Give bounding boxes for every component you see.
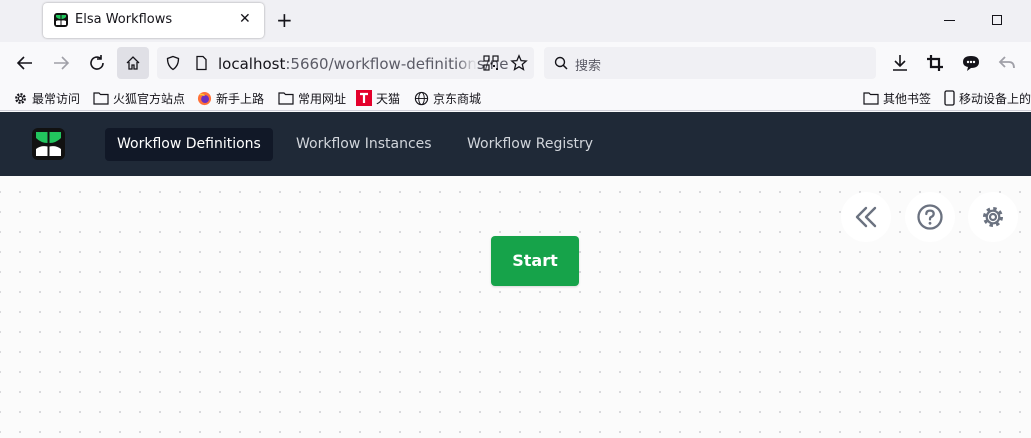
search-icon <box>554 56 568 70</box>
address-bar[interactable]: localhost:5660/workflow-definitions/ne <box>157 47 534 79</box>
bookmark-label: 天猫 <box>376 91 401 106</box>
bookmark-label: 最常访问 <box>32 91 81 106</box>
home-icon <box>126 56 140 70</box>
window-minimize-button[interactable] <box>944 20 955 21</box>
app-nav: Workflow Definitions Workflow Instances … <box>0 112 1031 176</box>
bookmark-star-icon[interactable] <box>510 54 528 72</box>
tab-close-icon[interactable]: ✕ <box>239 11 251 27</box>
page-info-icon[interactable] <box>193 55 209 71</box>
home-button[interactable] <box>117 47 149 79</box>
settings-icon <box>983 207 1003 227</box>
download-icon[interactable] <box>888 51 912 75</box>
collapse-panel-icon <box>855 206 877 228</box>
forward-arrow-icon[interactable] <box>49 51 73 75</box>
bookmark-label: 常用网址 <box>298 91 347 106</box>
gear-icon <box>15 92 26 104</box>
bookmark-label: 新手上路 <box>216 91 265 106</box>
bookmarks-toolbar: 最常访问 火狐官方站点 新手上路 常用网址 天猫 京东商城 其他书签 移动设备上… <box>0 84 1031 111</box>
new-tab-button[interactable]: + <box>276 8 293 32</box>
help-icon <box>917 204 943 230</box>
firefox-icon <box>197 91 212 105</box>
search-bar[interactable]: 搜索 <box>544 47 876 79</box>
search-placeholder: 搜索 <box>575 59 602 74</box>
browser-navbar: localhost:5660/workflow-definitions/ne 搜… <box>0 42 1031 84</box>
nav-workflow-registry[interactable]: Workflow Registry <box>455 128 605 161</box>
elsa-logo-icon[interactable] <box>32 128 65 160</box>
window-maximize-button[interactable] <box>992 15 1002 25</box>
tab-title: Elsa Workflows <box>75 12 173 27</box>
bookmark-label: 移动设备上的 <box>959 91 1031 106</box>
start-activity-button[interactable]: Start <box>491 236 579 286</box>
bookmark-other[interactable]: 其他书签 <box>863 89 931 107</box>
bookmark-most-visited[interactable]: 最常访问 <box>13 89 80 107</box>
bookmark-label: 火狐官方站点 <box>113 91 186 106</box>
qr-code-icon[interactable] <box>483 55 499 71</box>
settings-button[interactable] <box>968 192 1018 242</box>
url-host: localhost <box>218 55 286 73</box>
bookmark-firefox-official[interactable]: 火狐官方站点 <box>93 89 185 107</box>
elsa-favicon-icon <box>54 13 68 27</box>
globe-icon <box>414 91 429 105</box>
folder-icon <box>863 92 879 105</box>
tracking-shield-icon[interactable] <box>165 55 181 71</box>
bookmark-getting-started[interactable]: 新手上路 <box>197 89 264 107</box>
bookmark-jd[interactable]: 京东商城 <box>414 89 481 107</box>
reload-icon[interactable] <box>85 51 109 75</box>
folder-icon <box>278 92 294 105</box>
chat-bubble-icon[interactable] <box>959 51 983 75</box>
mobile-icon <box>944 90 955 106</box>
back-arrow-icon[interactable] <box>13 51 37 75</box>
help-button[interactable] <box>905 192 955 242</box>
url-fade <box>457 47 477 79</box>
bookmark-label: 京东商城 <box>433 91 482 106</box>
screenshot-crop-icon[interactable] <box>923 51 947 75</box>
folder-icon <box>93 92 109 105</box>
browser-tab-elsa[interactable]: Elsa Workflows ✕ <box>43 3 264 38</box>
browser-tabstrip: Elsa Workflows ✕ + <box>0 0 1031 42</box>
nav-workflow-definitions[interactable]: Workflow Definitions <box>105 128 273 161</box>
undo-arrow-icon[interactable] <box>995 51 1019 75</box>
bookmark-label: 其他书签 <box>883 91 932 106</box>
tmall-icon <box>356 90 372 106</box>
bookmark-common-sites[interactable]: 常用网址 <box>278 89 346 107</box>
bookmark-tmall[interactable]: 天猫 <box>356 89 400 107</box>
bookmark-mobile[interactable]: 移动设备上的 <box>944 89 1031 107</box>
collapse-panel-button[interactable] <box>841 192 891 242</box>
nav-workflow-instances[interactable]: Workflow Instances <box>284 128 444 161</box>
